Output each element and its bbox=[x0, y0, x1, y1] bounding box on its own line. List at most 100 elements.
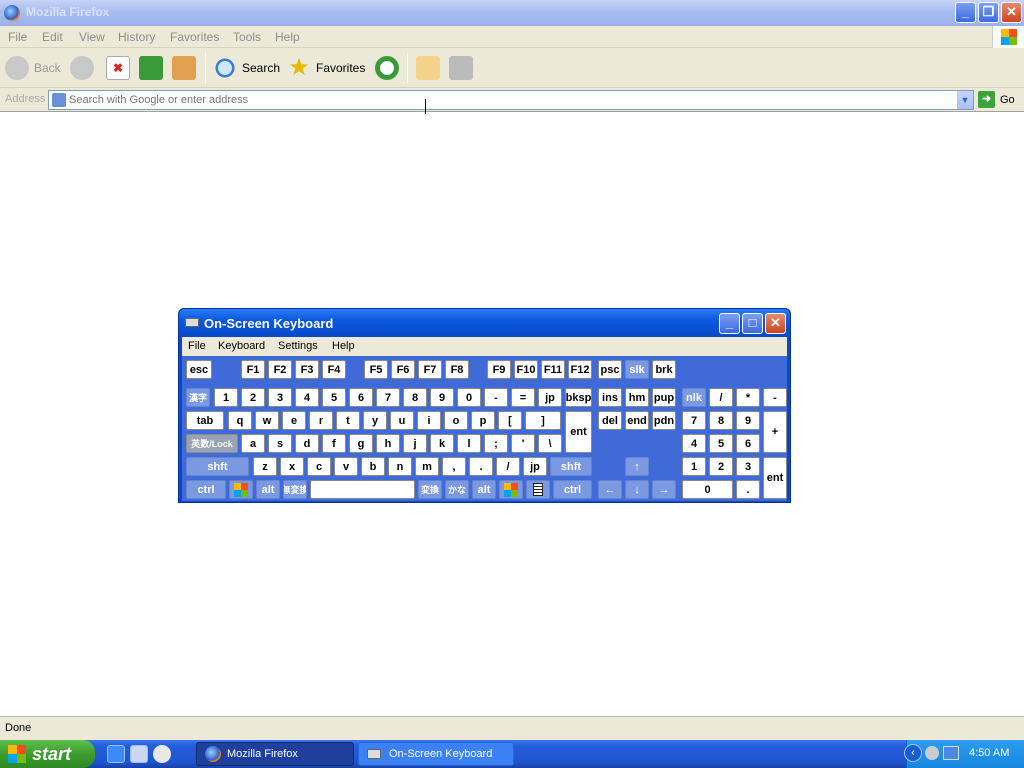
key-space[interactable] bbox=[310, 480, 415, 499]
key-v[interactable]: v bbox=[334, 457, 358, 476]
key-right-bracket[interactable]: ] bbox=[525, 411, 561, 430]
key-kp2[interactable]: 2 bbox=[709, 457, 733, 476]
key-n[interactable]: n bbox=[388, 457, 412, 476]
key-kana[interactable]: かな bbox=[445, 480, 469, 499]
task-firefox[interactable]: Mozilla Firefox bbox=[196, 742, 354, 766]
refresh-button[interactable] bbox=[139, 54, 168, 82]
key-e[interactable]: e bbox=[282, 411, 306, 430]
key-right-windows[interactable] bbox=[499, 480, 523, 499]
minimize-button[interactable]: _ bbox=[955, 2, 976, 23]
key-7[interactable]: 7 bbox=[376, 388, 400, 407]
osk-menu-keyboard[interactable]: Keyboard bbox=[218, 340, 265, 352]
key-p[interactable]: p bbox=[471, 411, 495, 430]
key-kp4[interactable]: 4 bbox=[682, 434, 706, 453]
key-i[interactable]: i bbox=[417, 411, 441, 430]
key-t[interactable]: t bbox=[336, 411, 360, 430]
key-f9[interactable]: F9 bbox=[487, 360, 511, 379]
key-f8[interactable]: F8 bbox=[445, 360, 469, 379]
osk-close-button[interactable]: ✕ bbox=[765, 313, 786, 334]
key-8[interactable]: 8 bbox=[403, 388, 427, 407]
key-f7[interactable]: F7 bbox=[418, 360, 442, 379]
key-kp9[interactable]: 9 bbox=[736, 411, 760, 430]
menu-view[interactable]: View bbox=[79, 30, 105, 44]
key-jp-2[interactable]: jp bbox=[523, 457, 547, 476]
key-f3[interactable]: F3 bbox=[295, 360, 319, 379]
key-hm[interactable]: hm bbox=[625, 388, 649, 407]
address-box[interactable]: ▼ bbox=[48, 90, 974, 110]
key-b[interactable]: b bbox=[361, 457, 385, 476]
forward-button[interactable] bbox=[70, 54, 99, 82]
window-titlebar[interactable]: Mozilla Firefox _ ❐ ✕ bbox=[0, 0, 1024, 26]
menu-favorites[interactable]: Favorites bbox=[170, 30, 219, 44]
favorites-button[interactable]: ★ Favorites bbox=[287, 54, 365, 82]
key-backslash[interactable]: \ bbox=[538, 434, 562, 453]
key-caps-lock[interactable]: 英数/Lock bbox=[186, 434, 238, 453]
history-button[interactable] bbox=[375, 54, 404, 82]
key-pup[interactable]: pup bbox=[652, 388, 676, 407]
key-6[interactable]: 6 bbox=[349, 388, 373, 407]
start-button[interactable]: start bbox=[0, 740, 95, 768]
key-9[interactable]: 9 bbox=[430, 388, 454, 407]
key-left-bracket[interactable]: [ bbox=[498, 411, 522, 430]
key-kp3[interactable]: 3 bbox=[736, 457, 760, 476]
key-x[interactable]: x bbox=[280, 457, 304, 476]
key-end[interactable]: end bbox=[625, 411, 649, 430]
key-left-alt[interactable]: alt bbox=[256, 480, 280, 499]
key-comma[interactable]: , bbox=[442, 457, 466, 476]
key-w[interactable]: w bbox=[255, 411, 279, 430]
show-desktop-icon[interactable] bbox=[130, 745, 148, 763]
key-5[interactable]: 5 bbox=[322, 388, 346, 407]
key-kp0[interactable]: 0 bbox=[682, 480, 733, 499]
key-h[interactable]: h bbox=[376, 434, 400, 453]
key-kanji[interactable]: 漢字 bbox=[186, 388, 210, 407]
media-player-icon[interactable] bbox=[153, 745, 171, 763]
menu-tools[interactable]: Tools bbox=[233, 30, 261, 44]
key-right-shift[interactable]: shft bbox=[550, 457, 592, 476]
volume-icon[interactable] bbox=[925, 746, 939, 760]
key-s[interactable]: s bbox=[268, 434, 292, 453]
key-period[interactable]: . bbox=[469, 457, 493, 476]
key-f6[interactable]: F6 bbox=[391, 360, 415, 379]
osk-maximize-button[interactable]: □ bbox=[742, 313, 763, 334]
close-button[interactable]: ✕ bbox=[1001, 2, 1022, 23]
search-button[interactable]: Search bbox=[213, 54, 280, 82]
clock[interactable]: 4:50 AM bbox=[969, 747, 1009, 759]
back-button[interactable]: Back bbox=[5, 54, 61, 82]
go-button[interactable]: ➜ Go bbox=[978, 91, 1015, 108]
key-right-alt[interactable]: alt bbox=[472, 480, 496, 499]
osk-minimize-button[interactable]: _ bbox=[719, 313, 740, 334]
key-nlk[interactable]: nlk bbox=[682, 388, 706, 407]
key-m[interactable]: m bbox=[415, 457, 439, 476]
key-f[interactable]: f bbox=[322, 434, 346, 453]
key-kp7[interactable]: 7 bbox=[682, 411, 706, 430]
stop-button[interactable]: ✖ bbox=[106, 54, 135, 82]
osk-titlebar[interactable]: On-Screen Keyboard _ □ ✕ bbox=[179, 309, 790, 337]
key-o[interactable]: o bbox=[444, 411, 468, 430]
key-brk[interactable]: brk bbox=[652, 360, 676, 379]
osk-menu-file[interactable]: File bbox=[188, 340, 206, 352]
key-left-windows[interactable] bbox=[229, 480, 253, 499]
key-henkan[interactable]: 変換 bbox=[418, 480, 442, 499]
key-kp-subtract[interactable]: - bbox=[763, 388, 787, 407]
key-f4[interactable]: F4 bbox=[322, 360, 346, 379]
key-l[interactable]: l bbox=[457, 434, 481, 453]
key-kp-enter[interactable]: ent bbox=[763, 457, 787, 499]
key-j[interactable]: j bbox=[403, 434, 427, 453]
key-kp-multiply[interactable]: * bbox=[736, 388, 760, 407]
key-f11[interactable]: F11 bbox=[541, 360, 565, 379]
address-dropdown-icon[interactable]: ▼ bbox=[957, 91, 973, 109]
key-4[interactable]: 4 bbox=[295, 388, 319, 407]
key-right-ctrl[interactable]: ctrl bbox=[553, 480, 592, 499]
menu-edit[interactable]: Edit bbox=[42, 30, 63, 44]
key-k[interactable]: k bbox=[430, 434, 454, 453]
key-left-shift[interactable]: shft bbox=[186, 457, 249, 476]
key-slk[interactable]: slk bbox=[625, 360, 649, 379]
menu-help[interactable]: Help bbox=[275, 30, 300, 44]
key-jp[interactable]: jp bbox=[538, 388, 562, 407]
key-left-arrow[interactable]: ← bbox=[598, 480, 622, 499]
key-quote[interactable]: ' bbox=[511, 434, 535, 453]
key-3[interactable]: 3 bbox=[268, 388, 292, 407]
ie-quicklaunch-icon[interactable] bbox=[107, 745, 125, 763]
key-minus[interactable]: - bbox=[484, 388, 508, 407]
mail-button[interactable] bbox=[416, 54, 445, 82]
